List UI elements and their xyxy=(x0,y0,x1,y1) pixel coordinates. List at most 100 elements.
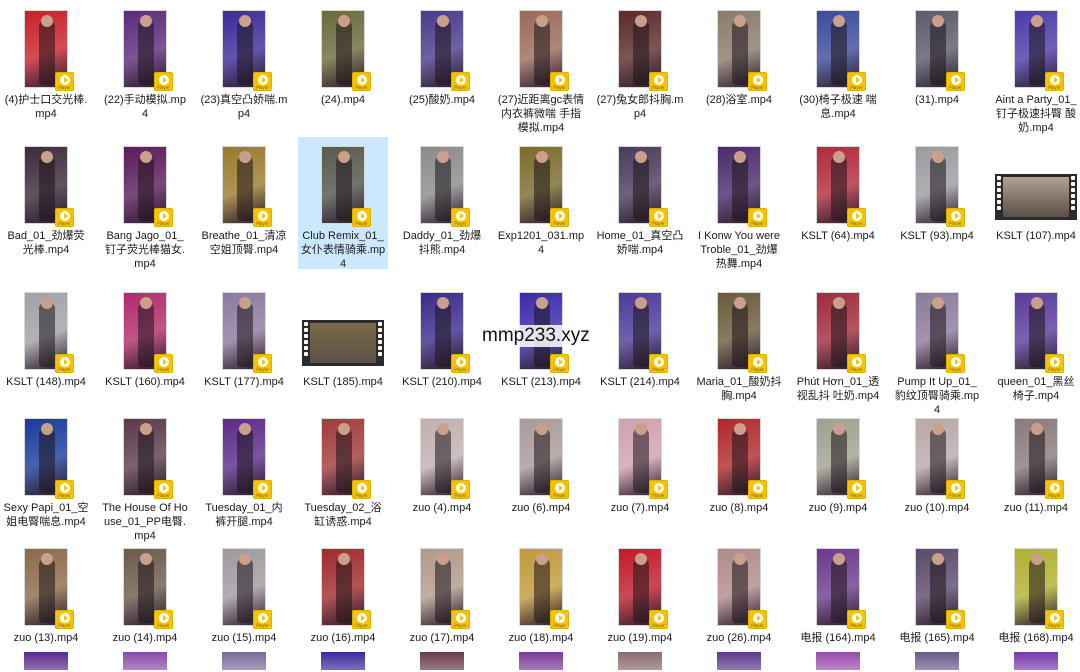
file-thumbnail-partial[interactable] xyxy=(24,652,68,670)
file-item[interactable]: Player Home_01_真空凸娇喘.mp4 xyxy=(594,136,686,270)
file-name-label: zuo (7).mp4 xyxy=(610,502,670,514)
player-badge-icon: Player xyxy=(847,480,866,499)
file-item[interactable]: Player KSLT (213).mp4 xyxy=(495,282,587,416)
file-name-label: queen_01_黑丝椅子.mp4 xyxy=(997,376,1075,402)
file-name-label: (30)椅子极速 喘息.mp4 xyxy=(799,94,877,120)
file-item[interactable]: Player Phút Hơn_01_透视乱抖 吐奶.mp4 xyxy=(792,282,884,416)
file-item[interactable]: Player (27)兔女郎抖胸.mp4 xyxy=(594,0,686,134)
file-thumbnail-partial[interactable] xyxy=(618,652,662,670)
file-item[interactable]: Player Aint a Party_01_钉子极速抖臀 酸奶.mp4 xyxy=(990,0,1080,134)
play-icon xyxy=(555,483,565,493)
play-icon xyxy=(753,357,763,367)
badge-label: Player xyxy=(652,221,665,226)
play-icon xyxy=(258,357,268,367)
file-item[interactable]: Player (31).mp4 xyxy=(891,0,983,134)
file-item[interactable]: Player zuo (8).mp4 xyxy=(693,408,785,542)
play-icon xyxy=(654,75,664,85)
file-item[interactable]: Player Tuesday_01_内裤开腿.mp4 xyxy=(198,408,290,542)
file-thumbnail-partial[interactable] xyxy=(915,652,959,670)
file-thumbnail-partial[interactable] xyxy=(420,652,464,670)
file-item[interactable]: Player zuo (10).mp4 xyxy=(891,408,983,542)
file-item[interactable]: Player KSLT (160).mp4 xyxy=(99,282,191,416)
file-item[interactable]: Player KSLT (177).mp4 xyxy=(198,282,290,416)
file-name-label: Home_01_真空凸娇喘.mp4 xyxy=(596,230,684,256)
file-item[interactable]: Player Maria_01_酸奶抖胸.mp4 xyxy=(693,282,785,416)
file-item[interactable]: Player (27)近距离gc表情内衣裤微喘 手指模拟.mp4 xyxy=(495,0,587,134)
file-name-label: Maria_01_酸奶抖胸.mp4 xyxy=(696,376,782,402)
badge-label: Player xyxy=(157,367,170,372)
badge-label: Player xyxy=(553,493,566,498)
file-item[interactable]: Player (22)手动模拟.mp4 xyxy=(99,0,191,134)
file-item[interactable]: Player zuo (11).mp4 xyxy=(990,408,1080,542)
file-item[interactable]: Player KSLT (93).mp4 xyxy=(891,136,983,270)
play-icon xyxy=(951,75,961,85)
file-item[interactable]: Player Sexy Papi_01_空姐电臀喘息.mp4 xyxy=(0,408,92,542)
file-item[interactable]: Player Bad_01_劲爆荧光棒.mp4 xyxy=(0,136,92,270)
file-item[interactable]: Player (23)真空凸娇喘.mp4 xyxy=(198,0,290,134)
player-badge-icon: Player xyxy=(748,208,767,227)
play-icon xyxy=(159,613,169,623)
file-item[interactable]: Player queen_01_黑丝椅子.mp4 xyxy=(990,282,1080,416)
file-thumbnail-partial[interactable] xyxy=(816,652,860,670)
file-item[interactable]: Player KSLT (64).mp4 xyxy=(792,136,884,270)
file-item[interactable]: Player Pump It Up_01_豹纹顶臀骑乘.mp4 xyxy=(891,282,983,416)
file-name-label: KSLT (64).mp4 xyxy=(801,230,875,242)
file-item[interactable]: Player I Konw You were Troble_01_劲爆热舞.mp4 xyxy=(693,136,785,270)
player-badge-icon: Player xyxy=(748,610,767,629)
file-item[interactable]: Player zuo (9).mp4 xyxy=(792,408,884,542)
file-name-label: Exp1201_031.mp4 xyxy=(497,230,585,256)
file-item[interactable]: Player zuo (7).mp4 xyxy=(594,408,686,542)
play-icon xyxy=(753,211,763,221)
play-icon xyxy=(1050,357,1060,367)
player-badge-icon: Player xyxy=(649,610,668,629)
player-badge-icon: Player xyxy=(253,354,272,373)
file-name-label: Tuesday_01_内裤开腿.mp4 xyxy=(205,502,283,528)
file-item[interactable]: Player Club Remix_01_女仆表情骑乘.mp4 xyxy=(297,136,389,270)
file-name-label: KSLT (148).mp4 xyxy=(6,376,86,388)
file-item[interactable]: Player (30)椅子极速 喘息.mp4 xyxy=(792,0,884,134)
file-item[interactable]: Player (24).mp4 xyxy=(297,0,389,134)
badge-label: Player xyxy=(751,623,764,628)
file-item[interactable]: Player KSLT (214).mp4 xyxy=(594,282,686,416)
file-item[interactable]: KSLT (107).mp4 xyxy=(990,136,1080,270)
file-item[interactable]: Player Tuesday_02_浴缸诱惑.mp4 xyxy=(297,408,389,542)
file-item[interactable]: Player The House Of House_01_PP电臀.mp4 xyxy=(99,408,191,542)
file-thumbnail-partial[interactable] xyxy=(717,652,761,670)
play-icon xyxy=(852,357,862,367)
file-item[interactable]: Player Bang Jago_01_钉子荧光棒猫女.mp4 xyxy=(99,136,191,270)
badge-label: Player xyxy=(454,221,467,226)
play-icon xyxy=(159,75,169,85)
play-icon xyxy=(357,613,367,623)
play-icon xyxy=(456,613,466,623)
file-thumbnail-partial[interactable] xyxy=(222,652,266,670)
file-name-label: 电报 (165).mp4 xyxy=(899,632,975,644)
player-badge-icon: Player xyxy=(946,72,965,91)
badge-label: Player xyxy=(949,367,962,372)
file-item[interactable]: Player Daddy_01_劲爆抖熊.mp4 xyxy=(396,136,488,270)
file-thumbnail-partial[interactable] xyxy=(519,652,563,670)
badge-label: Player xyxy=(157,623,170,628)
player-badge-icon: Player xyxy=(253,610,272,629)
file-item[interactable]: Player (4)护士口交光棒.mp4 xyxy=(0,0,92,134)
badge-label: Player xyxy=(652,623,665,628)
file-thumbnail-partial[interactable] xyxy=(123,652,167,670)
file-item[interactable]: Player (28)浴室.mp4 xyxy=(693,0,785,134)
badge-label: Player xyxy=(58,623,71,628)
file-item[interactable]: Player KSLT (210).mp4 xyxy=(396,282,488,416)
file-item[interactable]: Player zuo (4).mp4 xyxy=(396,408,488,542)
file-name-label: Bang Jago_01_钉子荧光棒猫女.mp4 xyxy=(104,230,186,270)
file-item[interactable]: Player Exp1201_031.mp4 xyxy=(495,136,587,270)
file-thumbnail-partial[interactable] xyxy=(1014,652,1058,670)
file-item[interactable]: Player zuo (6).mp4 xyxy=(495,408,587,542)
file-thumbnail-partial[interactable] xyxy=(321,652,365,670)
play-icon xyxy=(357,483,367,493)
file-item[interactable]: Player (25)酸奶.mp4 xyxy=(396,0,488,134)
file-item[interactable]: Player Breathe_01_清凉空姐顶臀.mp4 xyxy=(198,136,290,270)
badge-label: Player xyxy=(256,85,269,90)
badge-label: Player xyxy=(355,623,368,628)
file-item[interactable]: KSLT (185).mp4 xyxy=(297,282,389,416)
watermark-text: mmp233.xyz xyxy=(480,325,592,347)
file-name-label: Aint a Party_01_钉子极速抖臀 酸奶.mp4 xyxy=(995,94,1077,134)
file-item[interactable]: Player KSLT (148).mp4 xyxy=(0,282,92,416)
badge-label: Player xyxy=(454,493,467,498)
